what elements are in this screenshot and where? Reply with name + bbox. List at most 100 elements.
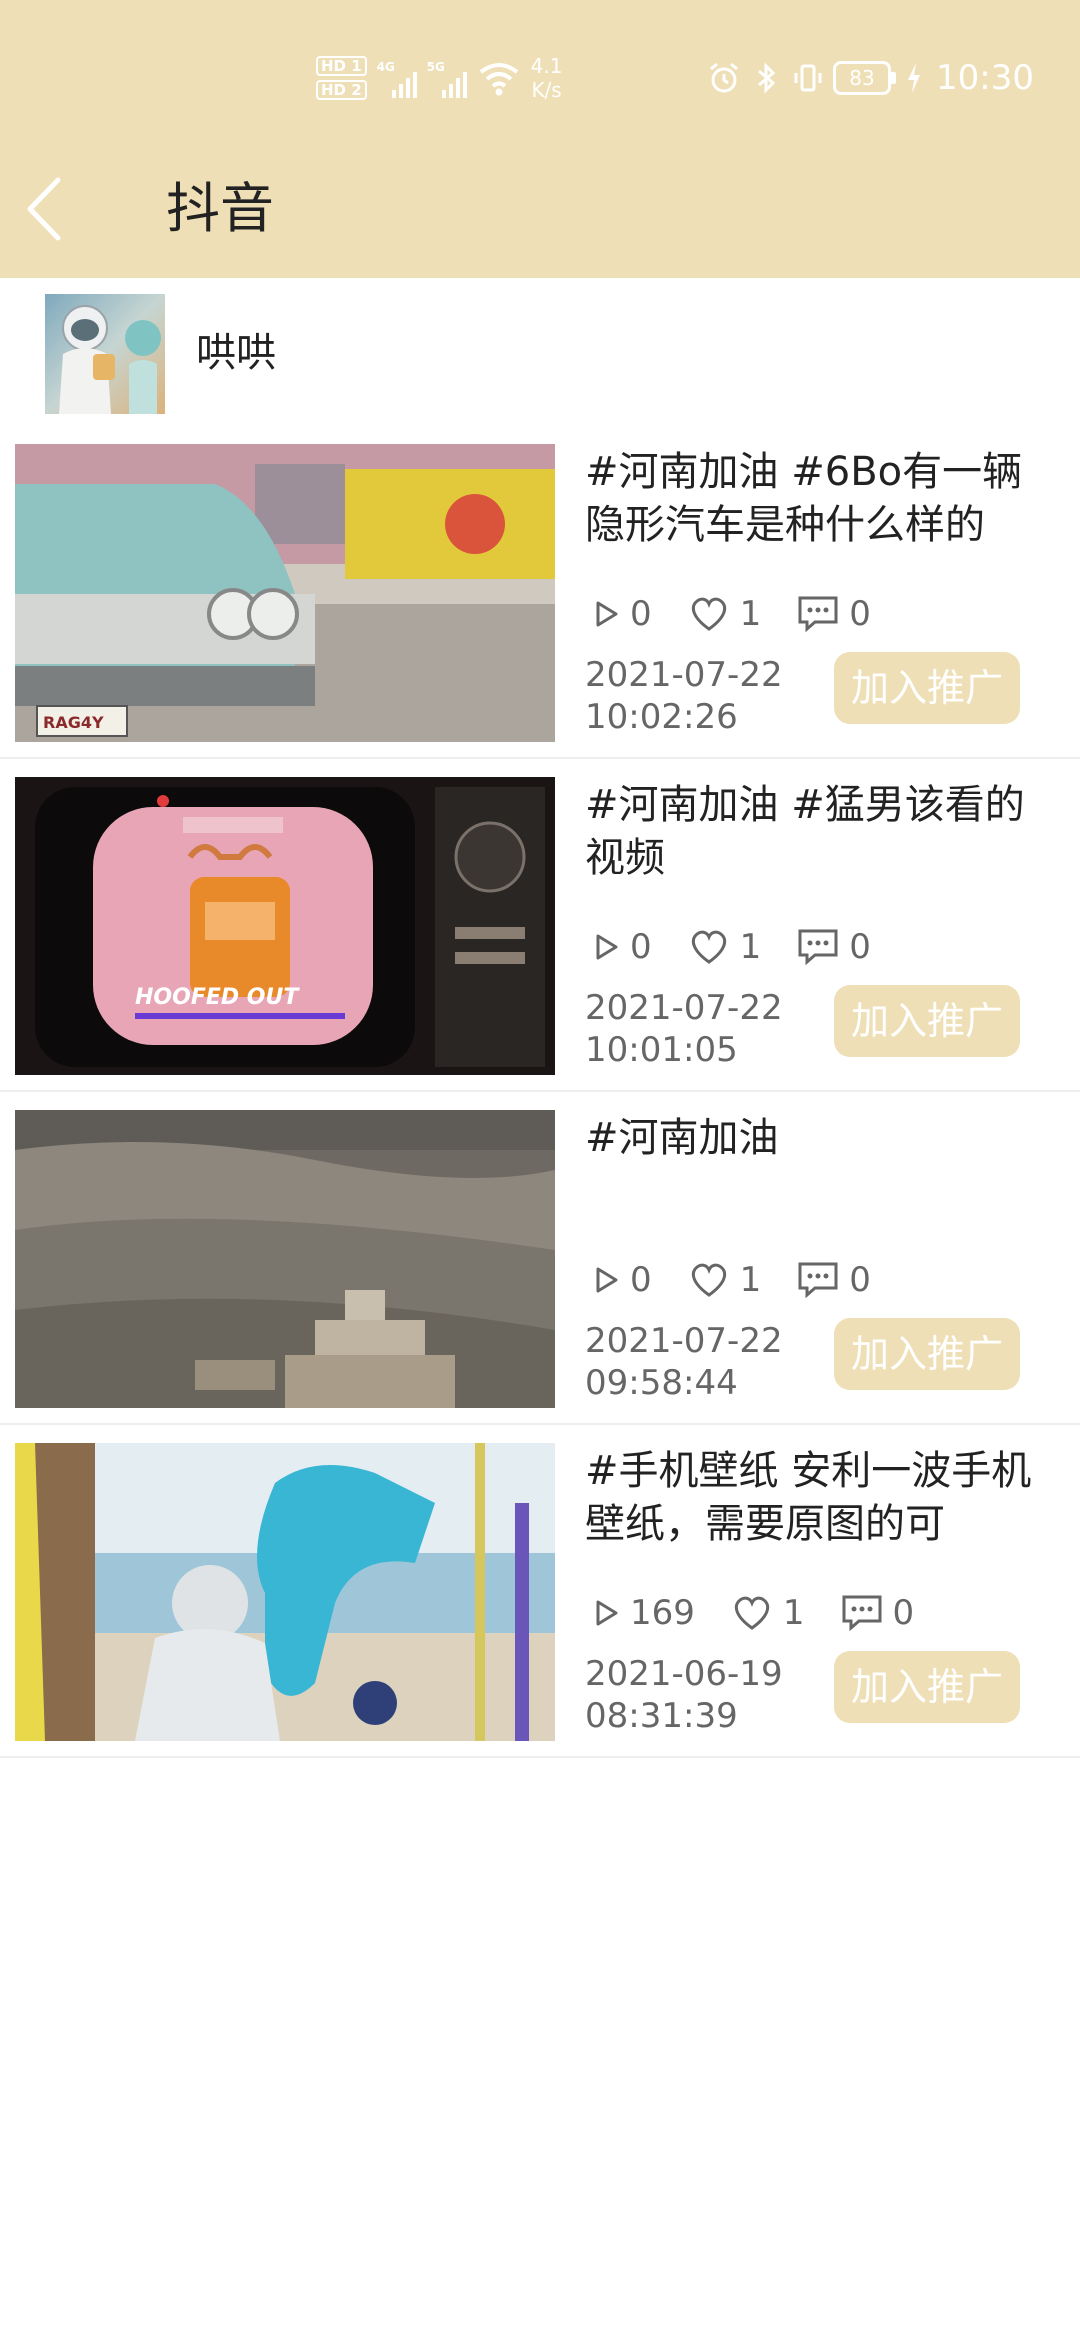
speed-value: 4.1 <box>530 54 563 78</box>
video-date: 2021-06-19 <box>585 1654 783 1694</box>
like-count-value: 1 <box>739 927 762 967</box>
like-count-value: 1 <box>782 1593 805 1633</box>
play-count-value: 0 <box>630 594 652 634</box>
signal-4g-icon: 4G <box>377 58 417 98</box>
thumbnail-caption: HOOFED OUT <box>135 985 300 1010</box>
video-time: 10:02:26 <box>585 697 738 737</box>
back-button[interactable] <box>16 166 96 252</box>
video-datetime: 2021-06-19 08:31:39 <box>585 1653 783 1737</box>
video-title: #河南加油 #6Bo有一辆隐形汽车是种什么样的 <box>585 449 1023 548</box>
play-icon <box>596 934 618 960</box>
chevron-left-icon <box>27 177 61 241</box>
status-left: HD 1 HD 2 4G 5G 4.1 K/s <box>316 48 562 108</box>
play-icon <box>596 1600 618 1626</box>
video-stats: 0 1 0 <box>592 588 907 640</box>
play-count-value: 0 <box>630 927 652 967</box>
avatar[interactable] <box>45 294 165 414</box>
status-bar: HD 1 HD 2 4G 5G 4.1 K/s 83 10:30 <box>0 0 1080 140</box>
comment-count-value: 0 <box>849 594 871 634</box>
like-count: 1 <box>688 594 762 634</box>
video-stats: 169 1 0 <box>592 1587 950 1639</box>
video-datetime: 2021-07-22 09:58:44 <box>585 1320 783 1404</box>
play-icon <box>596 601 618 627</box>
like-count-value: 1 <box>739 594 762 634</box>
video-list: RAG4Y #河南加油 #6Bo有一辆隐形汽车是种什么样的 0 1 0 2021… <box>0 426 1080 1758</box>
play-count: 0 <box>592 927 652 967</box>
like-count: 1 <box>688 1260 762 1300</box>
thumbnail-image <box>15 1443 555 1741</box>
like-count: 1 <box>688 927 762 967</box>
thumbnail-image <box>15 1110 555 1408</box>
comment-count: 0 <box>841 1593 915 1633</box>
add-promotion-button[interactable]: 加入推广 <box>834 1651 1020 1723</box>
heart-icon <box>691 597 726 631</box>
comment-count: 0 <box>797 594 871 634</box>
thumbnail-image: RAG4Y <box>15 444 555 742</box>
heart-icon <box>691 1263 726 1297</box>
battery-indicator: 83 <box>833 61 897 95</box>
video-item[interactable]: RAG4Y #河南加油 #6Bo有一辆隐形汽车是种什么样的 0 1 0 2021… <box>0 426 1080 759</box>
thumbnail-image: HOOFED OUT <box>15 777 555 1075</box>
comment-count-value: 0 <box>849 927 871 967</box>
play-count: 0 <box>592 594 652 634</box>
like-count-value: 1 <box>739 1260 762 1300</box>
video-datetime: 2021-07-22 10:01:05 <box>585 987 783 1071</box>
video-stats: 0 1 0 <box>592 921 907 973</box>
alarm-icon <box>710 62 738 93</box>
video-time: 08:31:39 <box>585 1696 738 1736</box>
video-thumbnail[interactable] <box>15 1110 555 1408</box>
wifi-icon <box>479 63 518 96</box>
hd2-badge: HD 2 <box>316 80 367 100</box>
comment-icon <box>842 1595 882 1632</box>
comment-icon <box>798 929 838 966</box>
play-count-value: 169 <box>630 1593 695 1633</box>
comment-count-value: 0 <box>892 1593 915 1633</box>
battery-level: 83 <box>833 61 892 95</box>
hd-indicators: HD 1 HD 2 <box>316 56 367 100</box>
bluetooth-icon <box>758 62 776 94</box>
charging-icon <box>908 63 921 93</box>
play-count-value: 0 <box>630 1260 652 1300</box>
video-title: #手机壁纸 安利一波手机壁纸，需要原图的可 <box>585 1448 1032 1547</box>
video-thumbnail[interactable] <box>15 1443 555 1741</box>
network-speed: 4.1 K/s <box>531 54 563 102</box>
video-time: 09:58:44 <box>585 1363 738 1403</box>
comment-icon <box>798 1262 838 1299</box>
signal-5g-icon: 5G <box>427 58 467 98</box>
comment-icon <box>798 596 838 633</box>
app-header: 抖音 <box>0 140 1080 278</box>
user-row: 哄哄 <box>0 278 1080 426</box>
status-right: 83 10:30 <box>707 52 1034 104</box>
add-promotion-button[interactable]: 加入推广 <box>834 985 1020 1057</box>
speed-unit: K/s <box>531 78 562 102</box>
vibrate-icon <box>794 64 822 92</box>
video-datetime: 2021-07-22 10:02:26 <box>585 654 783 738</box>
video-item[interactable]: HOOFED OUT #河南加油 #猛男该看的视频 0 1 0 2021-07-… <box>0 759 1080 1092</box>
video-time: 10:01:05 <box>585 1030 738 1070</box>
video-thumbnail[interactable]: RAG4Y <box>15 444 555 742</box>
comment-count: 0 <box>797 927 871 967</box>
avatar-image <box>45 294 165 414</box>
video-date: 2021-07-22 <box>585 1321 783 1361</box>
video-item[interactable]: #河南加油 0 1 0 2021-07-22 09:58:44 加入推广 <box>0 1092 1080 1425</box>
video-thumbnail[interactable]: HOOFED OUT <box>15 777 555 1075</box>
add-promotion-button[interactable]: 加入推广 <box>834 1318 1020 1390</box>
video-stats: 0 1 0 <box>592 1254 907 1306</box>
video-title: #河南加油 <box>585 1115 779 1161</box>
plate-text: RAG4Y <box>43 713 104 732</box>
like-count: 1 <box>731 1593 805 1633</box>
heart-icon <box>734 1596 769 1630</box>
heart-icon <box>691 930 726 964</box>
comment-count: 0 <box>797 1260 871 1300</box>
video-date: 2021-07-22 <box>585 655 783 695</box>
video-date: 2021-07-22 <box>585 988 783 1028</box>
status-time: 10:30 <box>936 58 1034 98</box>
video-title: #河南加油 #猛男该看的视频 <box>585 782 1025 881</box>
add-promotion-button[interactable]: 加入推广 <box>834 652 1020 724</box>
page-title: 抖音 <box>166 177 274 240</box>
video-item[interactable]: #手机壁纸 安利一波手机壁纸，需要原图的可 169 1 0 2021-06-19… <box>0 1425 1080 1758</box>
hd1-badge: HD 1 <box>316 56 367 76</box>
username: 哄哄 <box>196 330 276 376</box>
play-count: 169 <box>592 1593 695 1633</box>
play-icon <box>596 1267 618 1293</box>
